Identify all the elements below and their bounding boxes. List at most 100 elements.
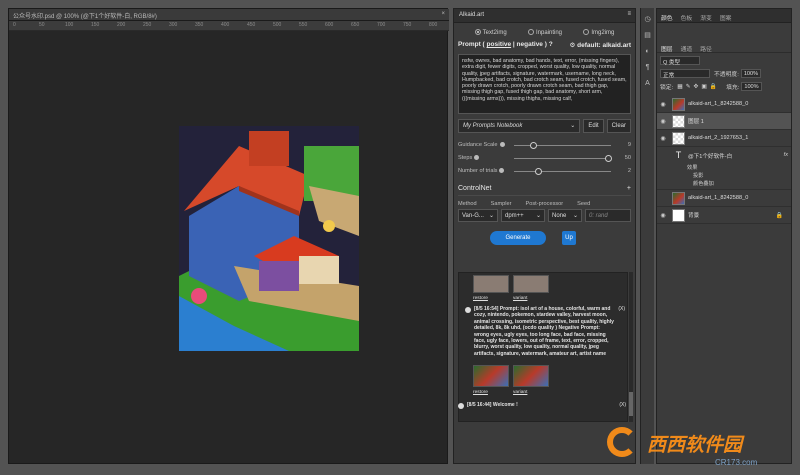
help-icon[interactable] <box>499 168 505 173</box>
layer-name: alkaid-art_1_8242588_0 <box>688 195 749 201</box>
eye-icon[interactable]: ◉ <box>657 118 669 125</box>
adjustments-panel-icon[interactable]: ◐ <box>644 48 652 56</box>
slider-thumb[interactable] <box>530 141 538 149</box>
steps-slider: Steps 50 <box>458 154 631 162</box>
slider-thumb[interactable] <box>605 154 613 162</box>
add-icon[interactable]: + <box>627 185 631 192</box>
blend-mode-select[interactable]: 正常 <box>660 69 710 79</box>
generate-button[interactable]: Generate <box>490 231 546 245</box>
ruler-tick-label: 350 <box>195 22 204 28</box>
tab-layers[interactable]: 图层 <box>657 41 677 53</box>
effect-color-overlay[interactable]: 颜色叠加 <box>657 180 791 190</box>
prompt-header: Prompt ( positive | negative ) ? ⚙ defau… <box>454 40 635 50</box>
eye-icon[interactable]: ◉ <box>657 135 669 142</box>
lock-label: 锁定: <box>660 85 674 91</box>
slider-thumb[interactable] <box>535 167 543 175</box>
close-entry-button[interactable]: (X) <box>619 402 626 409</box>
sampler-select[interactable]: dpm++ ⌄ <box>501 209 545 222</box>
negative-toggle[interactable]: | negative ) <box>513 41 547 48</box>
effect-drop-shadow[interactable]: 投影 <box>657 172 791 180</box>
upscale-button[interactable]: Up <box>562 231 576 245</box>
close-entry-button[interactable]: (X) <box>615 306 625 357</box>
history-image[interactable] <box>473 275 509 293</box>
tab-paths[interactable]: 路径 <box>696 41 716 53</box>
variant-link[interactable]: variant <box>513 390 549 395</box>
controlnet-controls: Van-G... ⌄ dpm++ ⌄ None ⌄ 0: rand <box>454 207 635 222</box>
history-image[interactable] <box>473 365 509 388</box>
tab-color[interactable]: 颜色 <box>657 9 677 22</box>
layer-kind-filter[interactable]: Q 类型 <box>660 56 700 66</box>
help-icon[interactable] <box>474 155 480 160</box>
layer-row[interactable]: ◉ 图层 1 <box>657 113 791 130</box>
effects-label: 效果 <box>687 165 698 171</box>
ruler-tick-label: 500 <box>273 22 282 28</box>
restore-link[interactable]: restore <box>473 390 509 395</box>
layer-tabs: 图层 通道 路径 <box>657 41 791 53</box>
layer-row[interactable]: T @下1个好软件-白 fx <box>657 147 791 164</box>
character-panel-icon[interactable]: A <box>644 80 652 88</box>
mode-text2img[interactable]: Text2img <box>474 29 507 36</box>
canvas-artwork[interactable] <box>179 126 359 351</box>
fill-input[interactable]: 100% <box>741 82 762 91</box>
tab-patterns[interactable]: 图案 <box>716 9 736 22</box>
paragraph-panel-icon[interactable]: ¶ <box>644 64 652 72</box>
edit-button[interactable]: Edit <box>583 119 604 133</box>
ruler-tick-label: 450 <box>247 22 256 28</box>
history-entry: [8/5 16:54] Prompt: isol art of a house,… <box>459 302 627 357</box>
filter-row: Q 类型 <box>657 55 791 66</box>
layer-row[interactable]: ◉ alkaid-art_1_8242588_0 <box>657 96 791 113</box>
plugin-tab-label: Alkaid.art <box>459 12 485 18</box>
layer-row[interactable]: ◉ 背景 🔒 <box>657 207 791 224</box>
tab-gradients[interactable]: 渐变 <box>696 9 716 22</box>
panel-menu-icon[interactable]: ≡ <box>627 11 631 17</box>
method-select[interactable]: Van-G... ⌄ <box>458 209 498 222</box>
scrollbar-thumb[interactable] <box>629 392 633 416</box>
positive-toggle[interactable]: positive <box>487 41 512 48</box>
welcome-text: [8/5 16:44] Welcome ! <box>467 402 518 408</box>
document-tab[interactable]: 公众号水印.psd @ 100% (@下1个好软件-白, RGB/8#) × <box>9 9 449 21</box>
generation-mode-group: Text2img Inpainting Img2img <box>454 23 635 40</box>
history-thumbnails <box>459 363 627 389</box>
tab-swatches[interactable]: 色板 <box>677 9 697 22</box>
layer-list: ◉ alkaid-art_1_8242588_0 ◉ 图层 1 ◉ alkaid… <box>657 96 791 224</box>
plugin-tab[interactable]: Alkaid.art ≡ <box>454 9 635 23</box>
eye-icon[interactable]: ◉ <box>657 101 669 108</box>
properties-panel-icon[interactable]: ▤ <box>644 32 652 40</box>
slider-track[interactable] <box>514 167 611 175</box>
radio-icon <box>474 29 481 35</box>
layer-row[interactable]: alkaid-art_1_8242588_0 <box>657 190 791 207</box>
default-preset[interactable]: ⚙ default: alkaid.art <box>570 41 631 49</box>
document-window: 公众号水印.psd @ 100% (@下1个好软件-白, RGB/8#) × 0… <box>8 8 449 464</box>
variant-link[interactable]: variant <box>513 296 549 301</box>
info-icon <box>458 403 464 409</box>
controlnet-section[interactable]: ControlNet + <box>458 185 631 196</box>
layer-thumbnail <box>672 191 685 205</box>
prompts-notebook-select[interactable]: My Prompts Notebook ⌄ <box>458 119 581 133</box>
layer-row[interactable]: ◉ alkaid-art_2_1927653_1 <box>657 130 791 147</box>
history-scrollbar[interactable] <box>629 272 633 422</box>
mode-img2img[interactable]: Img2img <box>583 29 614 36</box>
horizontal-ruler: 0 50 100 150 200 250 300 350 400 450 500 550 600 650 7… <box>9 21 449 31</box>
tab-channels[interactable]: 通道 <box>677 41 697 53</box>
clear-button[interactable]: Clear <box>606 119 631 133</box>
history-panel-icon[interactable]: ◷ <box>644 16 652 24</box>
post-processor-select[interactable]: None ⌄ <box>548 209 582 222</box>
seed-input[interactable]: 0: rand <box>585 209 631 222</box>
history-image[interactable] <box>513 365 549 388</box>
help-icon[interactable] <box>499 142 505 147</box>
lock-icons[interactable]: ▦✎✥▣🔒 <box>677 84 720 90</box>
mode-inpainting[interactable]: Inpainting <box>527 29 562 36</box>
slider-track[interactable] <box>514 154 613 162</box>
prompt-textarea[interactable]: nsfw, owres, bad anatomy, bad hands, tex… <box>458 54 631 114</box>
ruler-tick-label: 200 <box>117 22 126 28</box>
history-image[interactable] <box>513 275 549 293</box>
effects-icon[interactable]: fx <box>784 152 788 158</box>
eye-icon[interactable]: ◉ <box>657 212 669 219</box>
restore-link[interactable]: restore <box>473 296 509 301</box>
slider-track[interactable] <box>514 141 611 149</box>
blend-row: 正常 不透明度: 100% <box>657 68 791 79</box>
close-icon[interactable]: × <box>441 11 445 17</box>
help-icon[interactable]: ? <box>549 41 553 48</box>
opacity-input[interactable]: 100% <box>740 69 762 78</box>
history-links: restore variant <box>459 389 627 396</box>
